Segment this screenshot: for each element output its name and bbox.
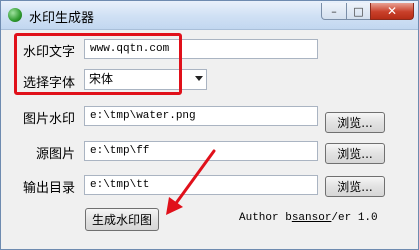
red-arrow xyxy=(166,149,216,215)
app-window: 水印生成器 – □ ✕ 水印文字 www.qqtn.com 选择字体 宋体 图片… xyxy=(0,0,419,250)
